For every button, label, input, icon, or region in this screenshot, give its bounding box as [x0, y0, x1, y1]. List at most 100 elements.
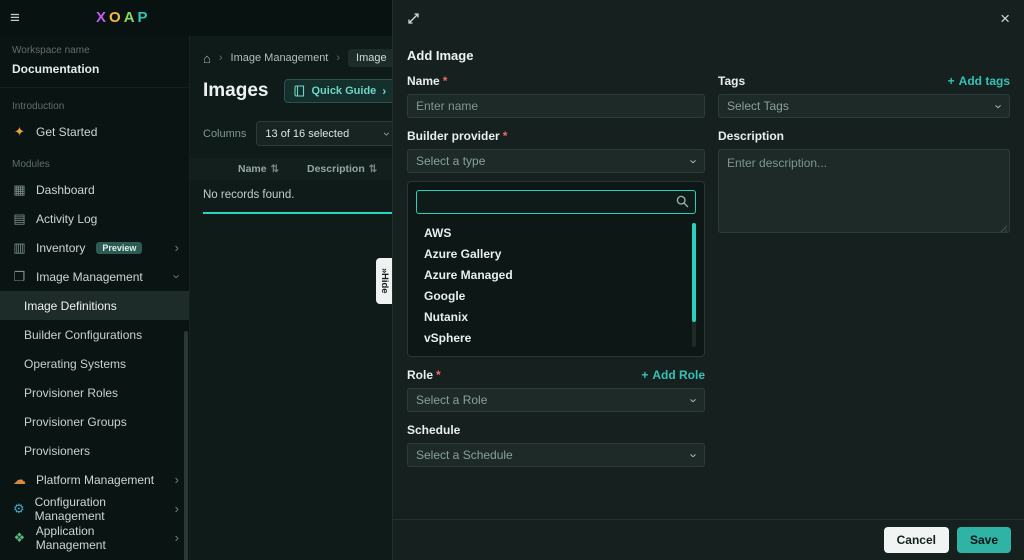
sidebar-item-label: Dashboard — [36, 183, 95, 197]
role-label-row: Role * + Add Role — [407, 368, 705, 382]
sidebar-item-builder-configurations[interactable]: Builder Configurations — [0, 320, 189, 349]
sidebar-item-label: Application Management — [36, 524, 166, 552]
chevron-down-icon: › — [686, 398, 701, 402]
activity-log-icon: ▤ — [12, 211, 27, 227]
chevron-down-icon: › — [991, 104, 1006, 108]
option-google[interactable]: Google — [416, 285, 686, 306]
drawer-title: Add Image — [393, 36, 1024, 63]
provider-search-input[interactable] — [416, 190, 696, 214]
application-management-icon: ❖ — [12, 530, 27, 546]
drawer-header: × — [393, 0, 1024, 36]
sidebar-item-provisioner-groups[interactable]: Provisioner Groups — [0, 407, 189, 436]
workspace-label: Workspace name — [12, 45, 177, 56]
workspace-name[interactable]: Documentation — [12, 62, 177, 76]
topbar: ≡ XOAP — [0, 0, 392, 36]
name-field-label-row: Name * — [407, 74, 705, 88]
option-azure-managed[interactable]: Azure Managed — [416, 264, 686, 285]
get-started-icon: ✦ — [12, 124, 27, 140]
cancel-button[interactable]: Cancel — [884, 527, 949, 553]
sidebar-item-label: Image Management — [36, 270, 143, 284]
required-marker: * — [443, 74, 448, 88]
required-marker: * — [503, 129, 508, 143]
preview-badge: Preview — [96, 242, 142, 254]
tags-label: Tags — [718, 74, 745, 88]
schedule-select[interactable]: Select a Schedule › — [407, 443, 705, 467]
option-azure-gallery[interactable]: Azure Gallery — [416, 243, 686, 264]
column-header-label: Name — [238, 163, 267, 175]
form-left-column: Name * Builder provider * Select a type … — [407, 63, 705, 467]
option-aws[interactable]: AWS — [416, 222, 686, 243]
columns-select[interactable]: 13 of 16 selected › — [256, 121, 398, 146]
breadcrumb-image-management[interactable]: Image Management — [231, 52, 329, 64]
sidebar-item-label: Inventory — [36, 241, 85, 255]
logo-letter-a: A — [124, 9, 138, 26]
sidebar-item-image-definitions[interactable]: Image Definitions — [0, 291, 189, 320]
expand-icon[interactable] — [407, 12, 420, 25]
chevron-right-icon: › — [175, 501, 179, 516]
role-label: Role — [407, 368, 433, 382]
sidebar-item-inventory[interactable]: ▥ Inventory Preview › — [0, 233, 189, 262]
tags-select[interactable]: Select Tags › — [718, 94, 1010, 118]
sidebar-item-operating-systems[interactable]: Operating Systems — [0, 349, 189, 378]
quick-guide-button[interactable]: Quick Guide › — [284, 79, 396, 103]
column-header-description[interactable]: Description ⇅ — [307, 163, 377, 175]
columns-label: Columns — [203, 128, 246, 140]
option-vsphere[interactable]: vSphere — [416, 327, 686, 348]
add-image-form: Name * Builder provider * Select a type … — [393, 63, 1024, 467]
chevron-right-icon: › — [175, 530, 179, 545]
column-header-name[interactable]: Name ⇅ — [238, 163, 279, 175]
add-role-label: Add Role — [652, 368, 705, 382]
builder-provider-dropdown: AWS Azure Gallery Azure Managed Google N… — [407, 181, 705, 357]
logo-letter-x: X — [96, 9, 109, 26]
tags-label-row: Tags + Add tags — [718, 74, 1010, 88]
logo-letter-p: P — [138, 9, 151, 26]
role-placeholder: Select a Role — [416, 393, 487, 407]
sidebar-item-configuration-management[interactable]: ⚙ Configuration Management › — [0, 494, 189, 523]
required-marker: * — [436, 368, 441, 382]
add-role-link[interactable]: + Add Role — [641, 368, 705, 382]
name-label: Name — [407, 74, 440, 88]
add-tags-link[interactable]: + Add tags — [948, 74, 1010, 88]
plus-icon: + — [948, 74, 955, 88]
home-icon[interactable]: ⌂ — [203, 51, 211, 66]
description-textarea-wrap — [718, 149, 1010, 238]
role-select[interactable]: Select a Role › — [407, 388, 705, 412]
sidebar-item-get-started[interactable]: ✦ Get Started — [0, 117, 189, 146]
dropdown-scrollbar-thumb[interactable] — [692, 223, 696, 322]
chevron-down-icon: › — [686, 453, 701, 457]
chevron-right-icon: › — [219, 52, 223, 64]
dashboard-icon: ▦ — [12, 182, 27, 198]
sidebar-item-activity-log[interactable]: ▤ Activity Log — [0, 204, 189, 233]
sidebar-item-provisioner-roles[interactable]: Provisioner Roles — [0, 378, 189, 407]
sidebar-item-provisioners[interactable]: Provisioners — [0, 436, 189, 465]
sort-icon[interactable]: ⇅ — [369, 164, 377, 175]
breadcrumb-current: Image — [348, 49, 395, 67]
page-title: Images — [203, 80, 268, 102]
builder-provider-label: Builder provider — [407, 129, 500, 143]
chevron-right-icon: › — [175, 240, 179, 255]
sidebar-item-image-management[interactable]: ❐ Image Management › — [0, 262, 189, 291]
builder-provider-label-row: Builder provider * — [407, 129, 705, 143]
option-nutanix[interactable]: Nutanix — [416, 306, 686, 327]
builder-provider-placeholder: Select a type — [416, 154, 485, 168]
sort-icon[interactable]: ⇅ — [271, 164, 279, 175]
hamburger-menu-icon[interactable]: ≡ — [10, 8, 34, 28]
sidebar-item-platform-management[interactable]: ☁ Platform Management › — [0, 465, 189, 494]
chevron-right-icon: › — [175, 472, 179, 487]
description-textarea[interactable] — [718, 149, 1010, 233]
dropdown-search-wrap — [416, 190, 696, 214]
hide-drawer-button[interactable]: » Hide — [376, 258, 392, 304]
form-right-column: Tags + Add tags Select Tags › Descriptio… — [718, 63, 1010, 238]
add-image-drawer: × Add Image Name * Builder provider * Se… — [392, 0, 1024, 560]
inventory-icon: ▥ — [12, 240, 27, 256]
sidebar-item-application-management[interactable]: ❖ Application Management › — [0, 523, 189, 552]
close-icon[interactable]: × — [1000, 10, 1010, 27]
image-management-icon: ❐ — [12, 269, 27, 285]
sidebar-scrollbar[interactable] — [184, 331, 188, 560]
configuration-management-icon: ⚙ — [12, 501, 26, 517]
builder-provider-select[interactable]: Select a type › — [407, 149, 705, 173]
save-button[interactable]: Save — [957, 527, 1011, 553]
sidebar-item-dashboard[interactable]: ▦ Dashboard — [0, 175, 189, 204]
sidebar: Workspace name Documentation Introductio… — [0, 36, 190, 560]
name-input[interactable] — [407, 94, 705, 118]
